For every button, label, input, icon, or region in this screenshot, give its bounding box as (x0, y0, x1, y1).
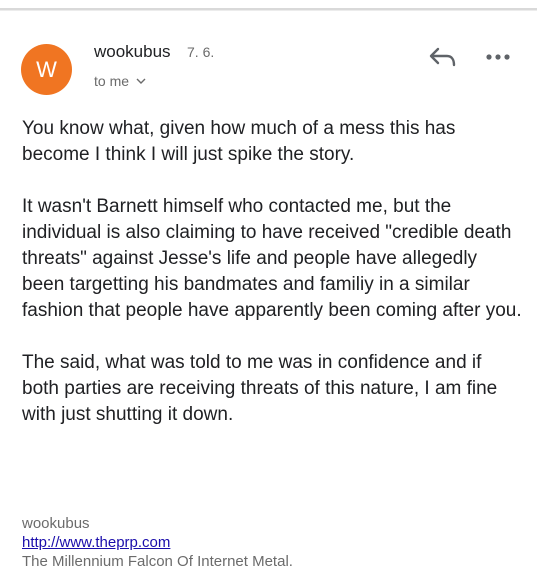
recipient-label: to me (94, 73, 130, 89)
signature-name: wookubus (22, 515, 90, 532)
more-options-icon[interactable] (485, 50, 511, 64)
sender-avatar[interactable]: W (21, 44, 72, 95)
signature-tagline: The Millennium Falcon Of Internet Metal. (22, 553, 293, 570)
sender-name: wookubus (94, 42, 171, 61)
signature-link[interactable]: http://www.theprp.com (22, 533, 293, 552)
body-paragraph: The said, what was told to me was in con… (22, 352, 498, 425)
message-body: You know what, given how much of a mess … (22, 116, 522, 454)
top-divider (0, 8, 537, 11)
recipient-details-toggle[interactable]: to me (94, 73, 146, 89)
body-paragraph: You know what, given how much of a mess … (22, 118, 456, 165)
body-paragraph: It wasn't Barnett himself who contacted … (22, 196, 522, 321)
signature: wookubus http://www.theprp.com The Mille… (22, 514, 293, 571)
reply-icon[interactable] (427, 46, 457, 70)
chevron-down-icon (136, 78, 146, 84)
message-date: 7. 6. (187, 44, 215, 60)
